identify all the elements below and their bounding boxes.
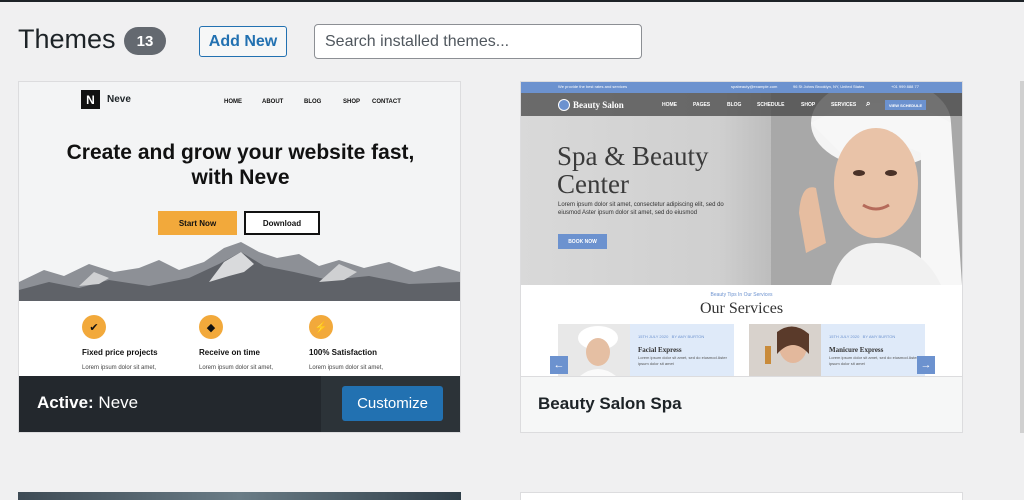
bs-schedule-button: VIEW SCHEDULE xyxy=(885,100,926,110)
service-card: 15TH JULY 2020 BY AMY BURTON Facial Expr… xyxy=(558,324,734,376)
theme-card-partial[interactable] xyxy=(18,492,461,500)
neve-nav-item: SHOP xyxy=(343,99,361,105)
bs-nav-item: SCHEDULE xyxy=(757,102,785,108)
theme-screenshot-neve[interactable]: N Neve HOME ABOUT BLOG SHOP CONTACT Crea… xyxy=(19,82,460,376)
bs-brand: Beauty Salon xyxy=(573,100,624,110)
bs-nav-item: SERVICES xyxy=(831,102,857,108)
feature-text: Lorem ipsum dolor sit amet, xyxy=(82,365,157,371)
neve-start-button: Start Now xyxy=(158,211,237,235)
admin-bar-edge xyxy=(0,0,1024,2)
theme-card-partial[interactable] xyxy=(1020,81,1024,433)
lotus-icon xyxy=(558,99,570,111)
add-new-button[interactable]: Add New xyxy=(199,26,287,57)
neve-download-button: Download xyxy=(244,211,320,235)
neve-nav-item: HOME xyxy=(224,99,242,105)
theme-card-partial[interactable] xyxy=(520,492,963,500)
service-title: Manicure Express xyxy=(829,346,884,354)
bs-nav-item: BLOG xyxy=(727,102,742,108)
theme-footer: Beauty Salon Spa xyxy=(521,376,962,432)
active-prefix: Active: xyxy=(37,393,94,412)
bs-services-title: Our Services xyxy=(699,300,784,317)
bs-nav-item: SHOP xyxy=(801,102,816,108)
page-title: Themes xyxy=(18,24,116,54)
service-text: Lorem ipsum dolor sit amet, sed do eiusm… xyxy=(829,355,918,366)
service-photo xyxy=(558,324,630,376)
bolt-icon: ⚡ xyxy=(309,315,333,339)
neve-headline: Create and grow your website fast, with … xyxy=(66,141,415,189)
feature-item: ⚡ 100% Satisfaction Lorem ipsum dolor si… xyxy=(309,315,429,371)
service-date: 15TH JULY 2020 BY AMY BURTON xyxy=(829,334,896,339)
woman-photo xyxy=(771,93,962,285)
bs-hero: Beauty Salon HOME PAGES BLOG SCHEDULE SH… xyxy=(521,93,962,285)
search-input[interactable] xyxy=(314,24,642,59)
theme-card-neve[interactable]: N Neve HOME ABOUT BLOG SHOP CONTACT Crea… xyxy=(18,81,461,433)
theme-name: Beauty Salon Spa xyxy=(538,394,682,413)
bs-navbar: Beauty Salon HOME PAGES BLOG SCHEDULE SH… xyxy=(521,93,962,116)
service-card: 15TH JULY 2020 BY AMY BURTON Manicure Ex… xyxy=(749,324,925,376)
bs-paragraph: Lorem ipsum dolor sit amet, consectetur … xyxy=(558,202,724,216)
theme-footer-active: Active: Neve Customize xyxy=(19,376,460,432)
service-photo xyxy=(749,324,821,376)
feature-text: Lorem ipsum dolor sit amet, xyxy=(199,365,274,371)
bs-nav-item: HOME xyxy=(662,102,677,108)
neve-features: ✔ Fixed price projects Lorem ipsum dolor… xyxy=(19,301,460,376)
service-title: Facial Express xyxy=(638,346,682,354)
diamond-icon: ◆ xyxy=(199,315,223,339)
bs-book-button: BOOK NOW xyxy=(558,234,607,249)
neve-nav-item: BLOG xyxy=(304,99,322,105)
neve-logo: N xyxy=(81,90,100,109)
check-icon: ✔ xyxy=(82,315,106,339)
customize-button[interactable]: Customize xyxy=(342,386,443,421)
feature-item: ✔ Fixed price projects Lorem ipsum dolor… xyxy=(82,315,202,371)
theme-count-badge: 13 xyxy=(124,27,166,55)
feature-item: ◆ Receive on time Lorem ipsum dolor sit … xyxy=(199,315,319,371)
service-text: Lorem ipsum dolor sit amet, sed do eiusm… xyxy=(638,355,727,366)
service-date: 15TH JULY 2020 BY AMY BURTON xyxy=(638,334,705,339)
feature-title: Fixed price projects xyxy=(82,348,158,357)
mountains-image xyxy=(19,242,460,302)
bs-topbar-text: We provide the best rates and services xyxy=(558,84,628,89)
theme-card-beauty-salon-spa[interactable]: We provide the best rates and services s… xyxy=(520,81,963,433)
bs-topbar: We provide the best rates and services s… xyxy=(521,82,962,93)
bs-topbar-phone: +01 999 888 77 xyxy=(891,84,919,89)
bs-headline-line: Center xyxy=(557,169,629,199)
active-theme-label: Active: Neve xyxy=(37,393,138,413)
neve-nav-item: ABOUT xyxy=(262,99,284,105)
bs-topbar-address: 96 St Johns Brooklyn, NY, United States xyxy=(793,84,865,89)
search-icon: ⌕ xyxy=(866,99,871,108)
bs-services-subtitle: Beauty Tips In Our Services xyxy=(710,292,773,298)
theme-screenshot-beauty-salon-spa[interactable]: We provide the best rates and services s… xyxy=(521,82,962,376)
arrow-left-icon: ← xyxy=(550,356,568,374)
arrow-right-icon: → xyxy=(917,356,935,374)
bs-nav-item: PAGES xyxy=(693,102,711,108)
active-theme-name: Neve xyxy=(98,393,139,412)
feature-text: Lorem ipsum dolor sit amet, xyxy=(309,365,384,371)
neve-nav-item: CONTACT xyxy=(372,99,401,105)
bs-topbar-email: spabeauty@example.com xyxy=(731,84,778,89)
bs-headline-line: Spa & Beauty xyxy=(557,141,709,171)
neve-brand: Neve xyxy=(107,94,131,105)
bs-headline: Spa & Beauty Center xyxy=(557,142,708,198)
feature-title: 100% Satisfaction xyxy=(309,348,378,357)
feature-title: Receive on time xyxy=(199,348,260,357)
